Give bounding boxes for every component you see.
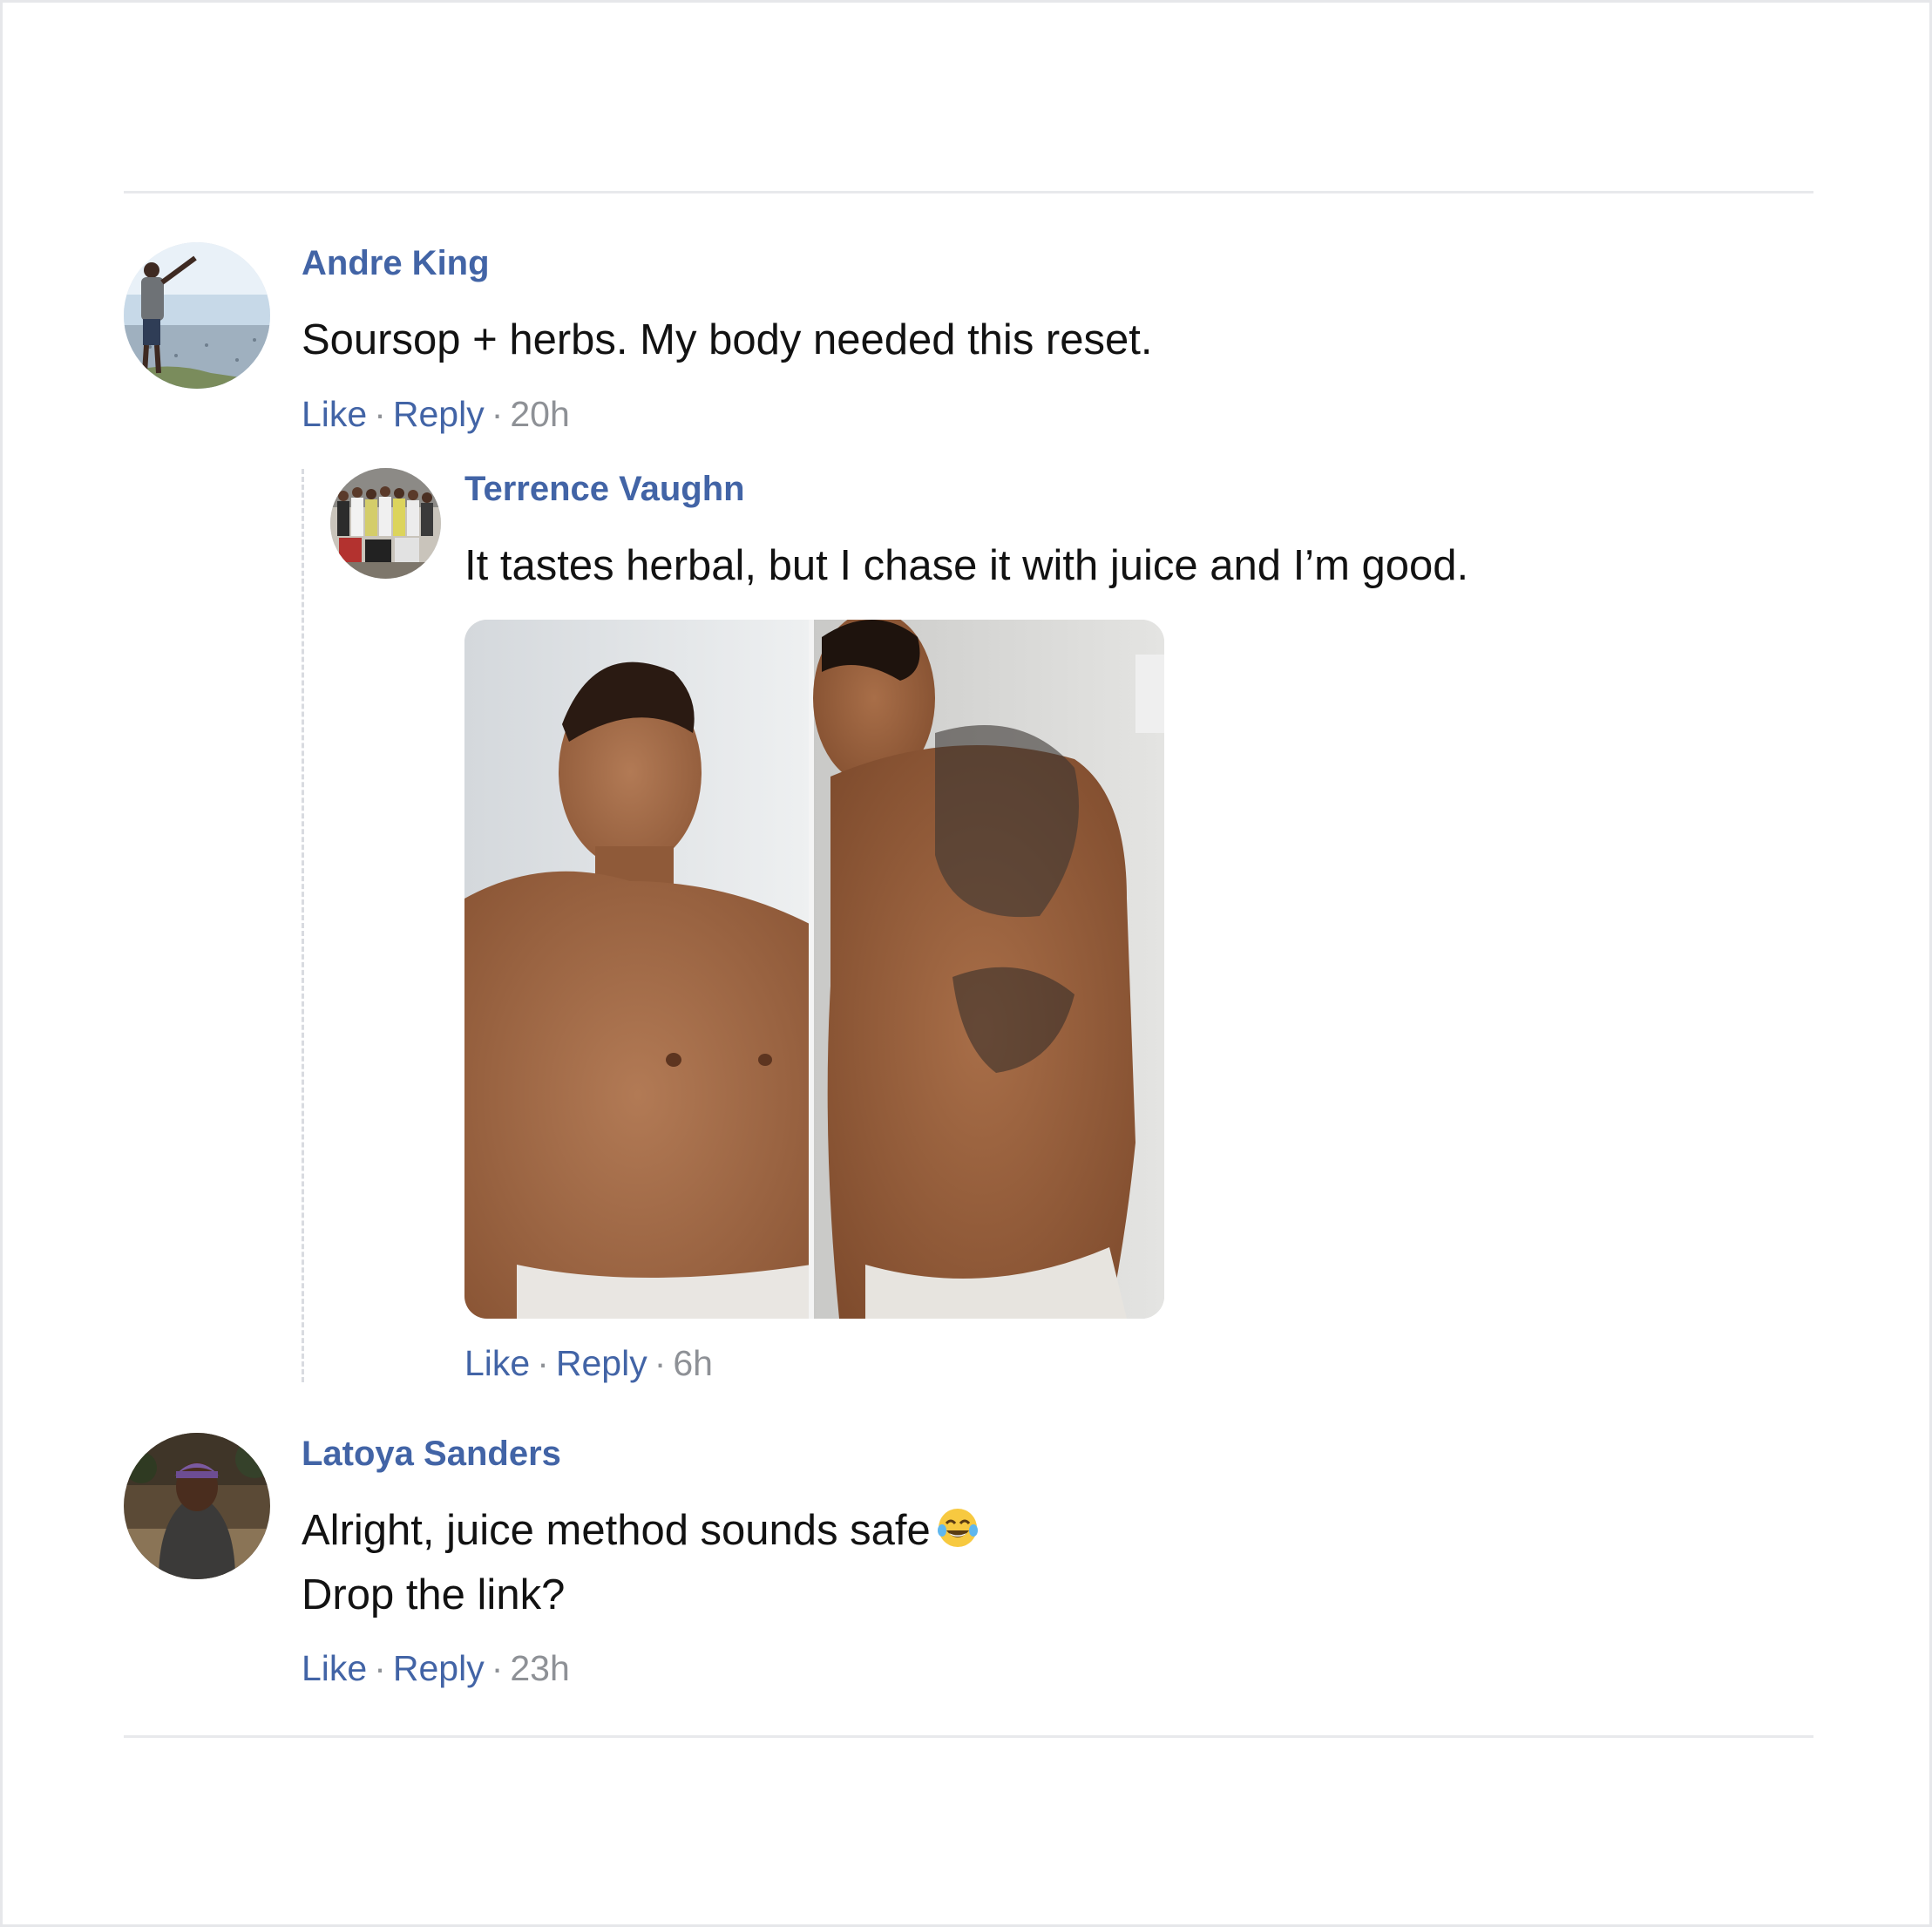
comment-author-name[interactable]: Latoya Sanders [302, 1433, 561, 1475]
woman-in-hoodie-outdoors-photo [124, 1433, 270, 1579]
separator-dot: · [491, 394, 504, 434]
comments-panel: Andre King Soursop + herbs. My body need… [0, 0, 1932, 1927]
separator-dot: · [374, 1648, 386, 1688]
comment-timestamp: 23h [510, 1648, 570, 1688]
reply-button[interactable]: Reply [556, 1343, 647, 1383]
reply-button[interactable]: Reply [393, 394, 485, 434]
group-of-people-photo [330, 468, 441, 579]
reply-text: It tastes herbal, but I chase it with ju… [464, 542, 1469, 589]
reply-author-name[interactable]: Terrence Vaughn [464, 468, 745, 510]
reply-thread-line [302, 469, 304, 1382]
comment-text-line-1: Alright, juice method sounds safe [302, 1498, 980, 1563]
shirtless-man-before-after-photo [464, 620, 1164, 1319]
man-on-hilltop-photo [124, 242, 270, 389]
top-divider [124, 191, 1813, 193]
comment-text: Alright, juice method sounds safe [302, 1507, 931, 1554]
like-button[interactable]: Like [302, 394, 367, 434]
bottom-divider [124, 1735, 1813, 1738]
comment-actions: Like · Reply · 20h [302, 392, 570, 436]
comment-text: Soursop + herbs. My body needed this res… [302, 316, 1153, 363]
separator-dot: · [491, 1648, 504, 1688]
comment-text-line-2: Drop the link? [302, 1571, 566, 1618]
avatar-latoya-sanders[interactable] [124, 1433, 270, 1579]
avatar-terrence-vaughn[interactable] [330, 468, 441, 579]
reply-photo-attachment[interactable] [464, 620, 1164, 1319]
avatar-andre-king[interactable] [124, 242, 270, 389]
like-button[interactable]: Like [464, 1343, 530, 1383]
like-button[interactable]: Like [302, 1648, 367, 1688]
separator-dot: · [654, 1343, 667, 1383]
reply-actions: Like · Reply · 6h [464, 1341, 713, 1385]
comment-actions: Like · Reply · 23h [302, 1646, 570, 1690]
separator-dot: · [374, 394, 386, 434]
reply-timestamp: 6h [673, 1343, 713, 1383]
reply-button[interactable]: Reply [393, 1648, 485, 1688]
comment-author-name[interactable]: Andre King [302, 242, 490, 284]
face-with-tears-of-joy-icon [936, 1506, 980, 1550]
separator-dot: · [537, 1343, 549, 1383]
comment-timestamp: 20h [510, 394, 570, 434]
